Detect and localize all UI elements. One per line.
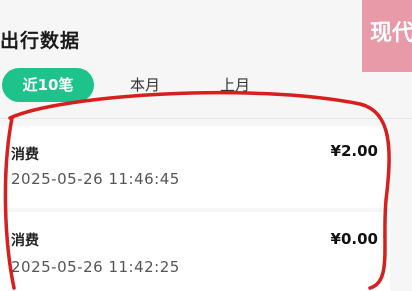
record-amount: ¥0.00: [330, 230, 378, 248]
filter-tabs: 近10笔 本月 上月: [0, 68, 360, 102]
record-type: 消费: [11, 233, 39, 249]
record-time: 2025-05-26 11:42:25: [11, 258, 180, 276]
record-amount: ¥2.00: [330, 142, 378, 160]
tab-last-month[interactable]: 上月: [212, 68, 258, 102]
list-item[interactable]: 消费 2025-05-26 11:42:25 ¥0.00: [0, 212, 390, 291]
divider: [0, 118, 412, 119]
page-title: 出行数据: [0, 30, 81, 52]
tab-recent-10[interactable]: 近10笔: [2, 68, 94, 102]
record-time: 2025-05-26 11:46:45: [11, 170, 180, 188]
list-item[interactable]: 消费 2025-05-26 11:46:45 ¥2.00: [0, 126, 390, 208]
brand-badge: 现代: [362, 0, 412, 72]
record-type: 消费: [11, 147, 39, 163]
tab-this-month[interactable]: 本月: [122, 68, 168, 102]
